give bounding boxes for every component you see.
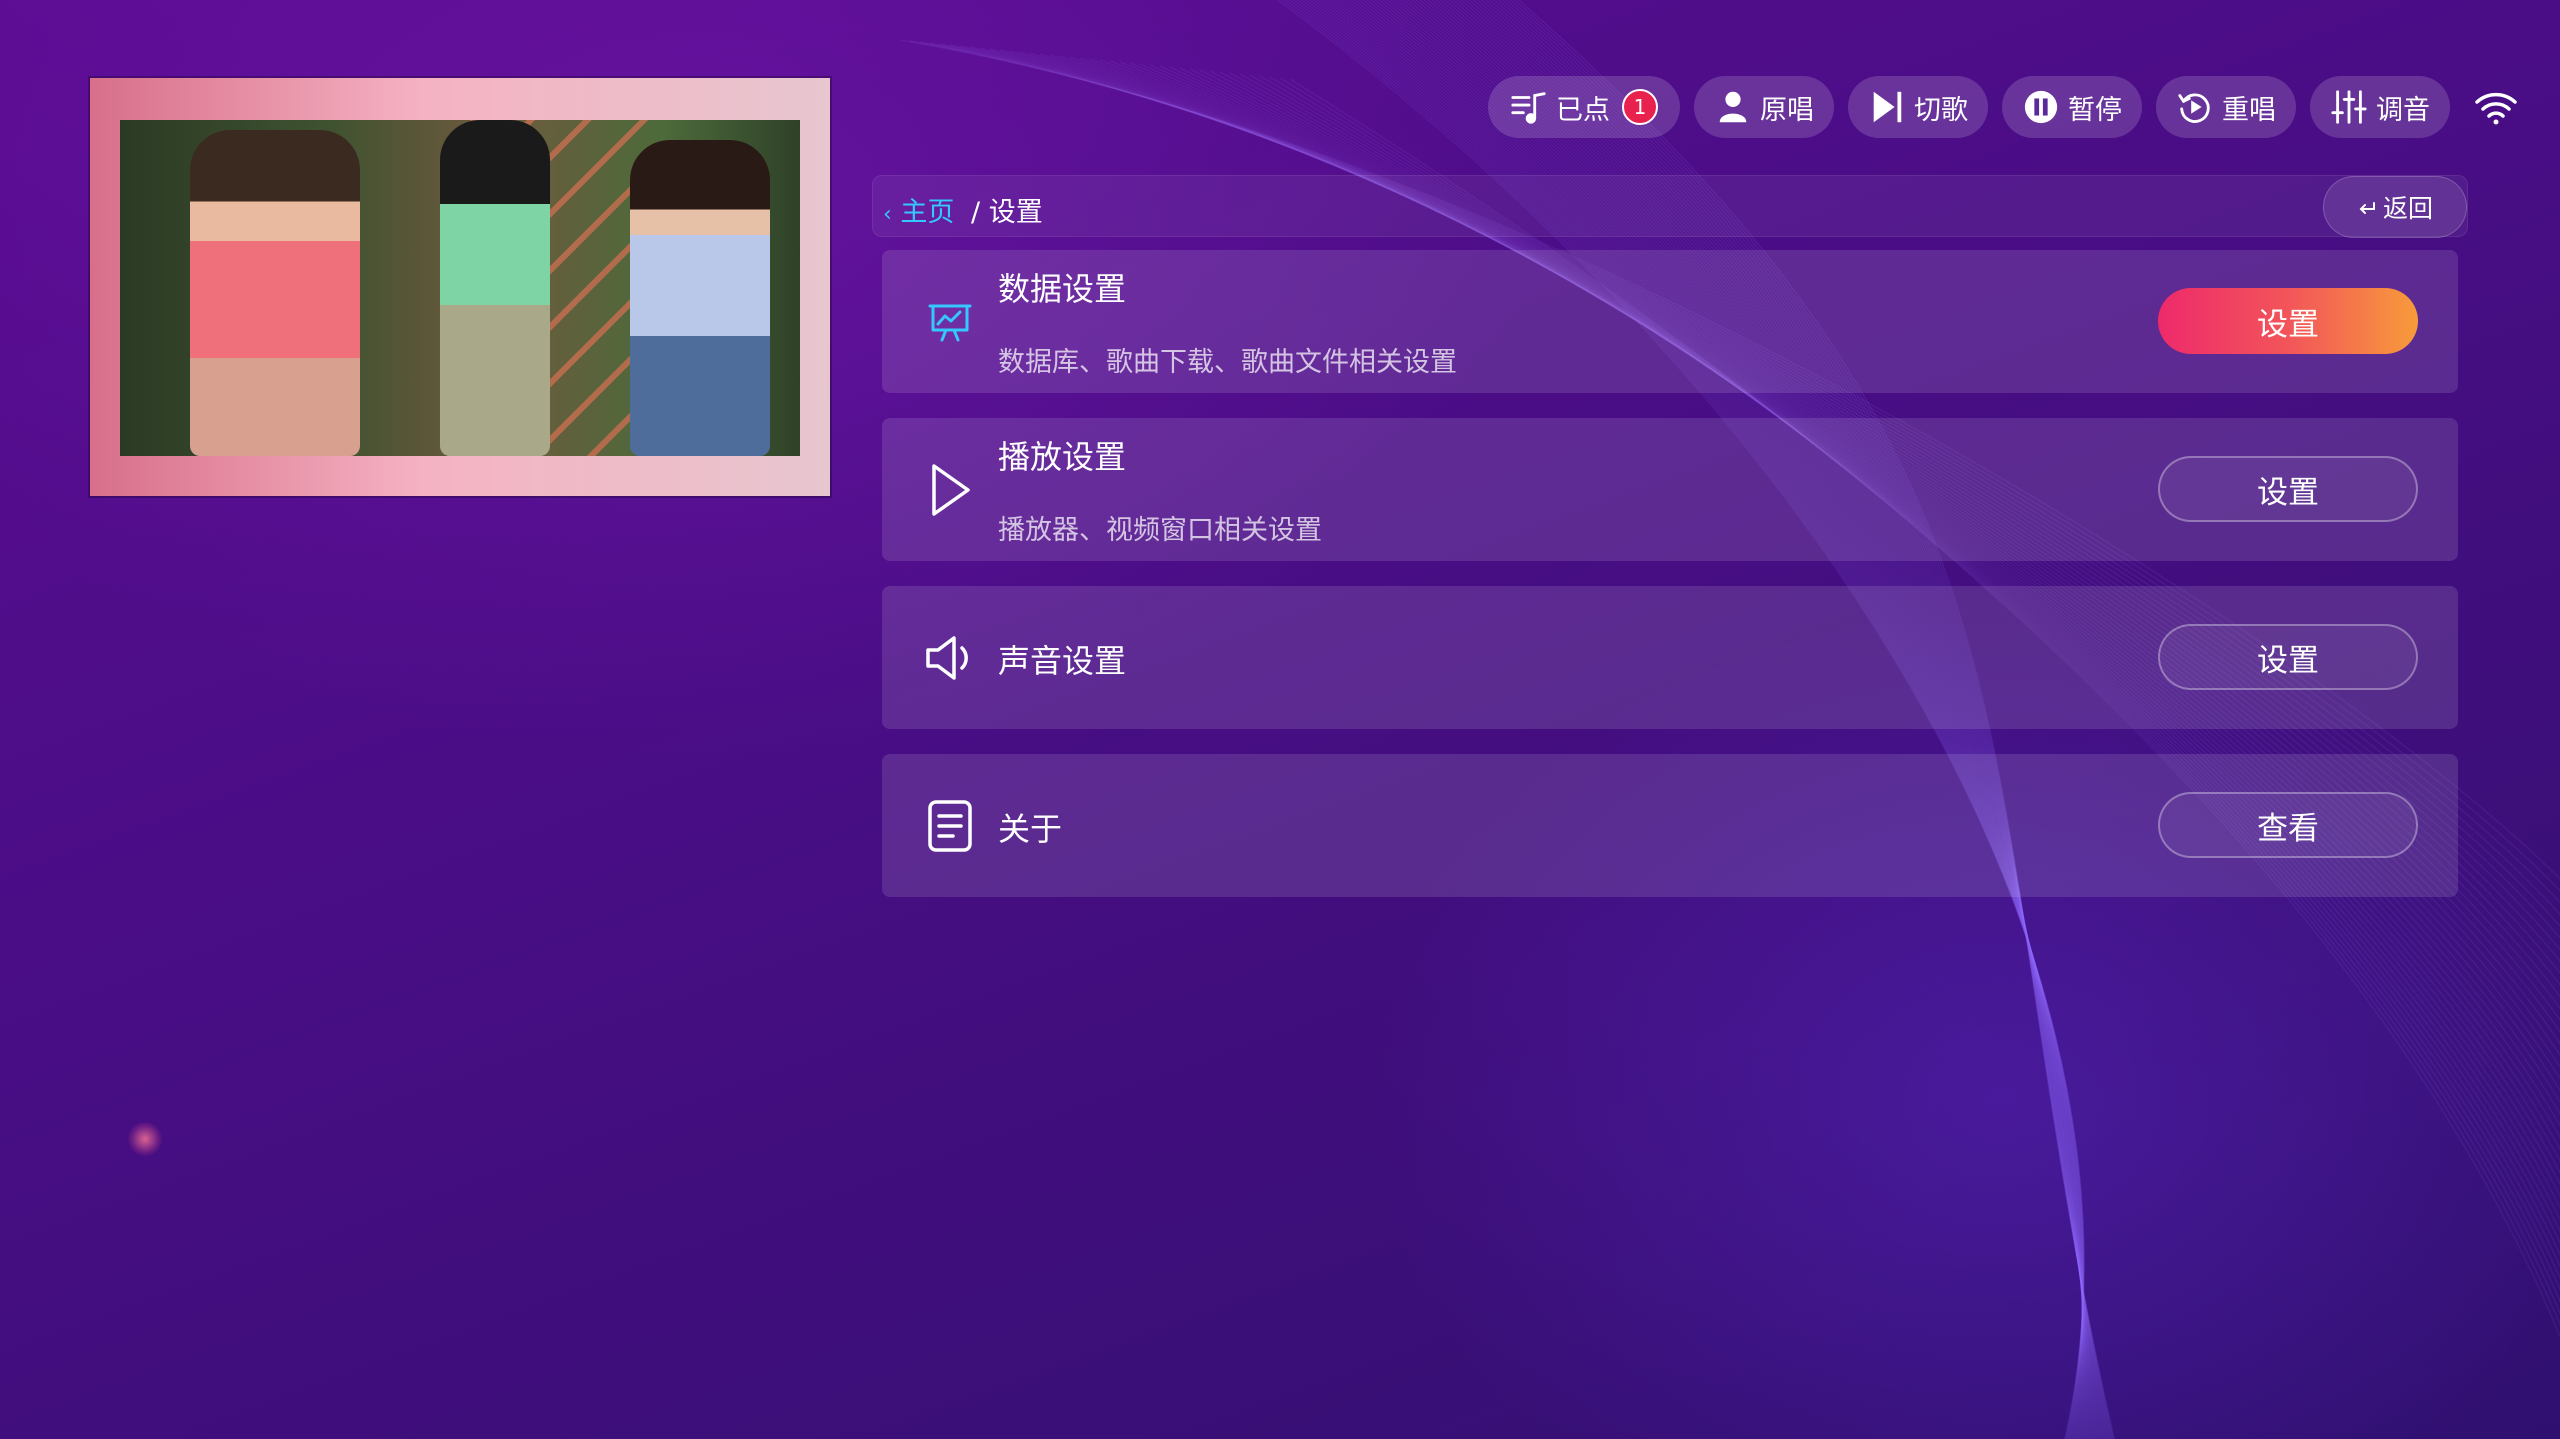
settings-row-playback: 播放设置 播放器、视频窗口相关设置 设置: [882, 418, 2458, 561]
pause-button[interactable]: 暂停: [2002, 76, 2142, 138]
tune-button[interactable]: 调音: [2310, 76, 2450, 138]
queued-count-badge: 1: [1622, 89, 1658, 125]
settings-row-playback-title: 播放设置: [998, 438, 1127, 476]
sound-settings-button[interactable]: 设置: [2158, 624, 2418, 690]
video-frame-image: [120, 120, 800, 456]
top-toolbar: 已点 1 原唱 切歌 暂停 重唱 调音: [0, 76, 2560, 138]
breadcrumb-home-link[interactable]: ‹ 主页: [883, 190, 954, 229]
replay-icon: [2178, 93, 2210, 123]
breadcrumb-home-chevron: ‹: [883, 202, 892, 227]
data-settings-button[interactable]: 设置: [2158, 288, 2418, 354]
pause-icon: [2024, 90, 2058, 124]
settings-row-sound: 声音设置 设置: [882, 586, 2458, 729]
presentation-chart-icon: [928, 304, 972, 342]
background-glow-dot: [128, 1122, 162, 1156]
singer-icon: [1719, 91, 1747, 123]
back-button-label: 返回: [2382, 194, 2433, 223]
settings-row-playback-description: 播放器、视频窗口相关设置: [998, 515, 1322, 546]
replay-label: 重唱: [2222, 94, 2276, 126]
skip-song-label: 切歌: [1914, 94, 1968, 126]
playlist-icon: [1511, 92, 1546, 124]
video-preview[interactable]: [90, 78, 830, 496]
about-view-button[interactable]: 查看: [2158, 792, 2418, 858]
document-icon: [928, 800, 972, 852]
settings-row-data-description: 数据库、歌曲下载、歌曲文件相关设置: [998, 347, 1457, 378]
settings-row-about: 关于 查看: [882, 754, 2458, 897]
queued-songs-button[interactable]: 已点 1: [1488, 76, 1680, 138]
settings-row-about-title: 关于: [998, 810, 1063, 848]
return-arrow-icon: [2359, 202, 2375, 214]
speaker-icon: [926, 636, 968, 680]
back-button[interactable]: 返回: [2323, 176, 2467, 238]
settings-row-data-title: 数据设置: [998, 270, 1127, 308]
breadcrumb-separator: /: [971, 197, 981, 228]
original-vocal-label: 原唱: [1760, 94, 1814, 126]
wifi-icon: [2475, 92, 2517, 125]
play-icon: [932, 464, 970, 516]
breadcrumb-current: / 设置: [971, 190, 1043, 229]
breadcrumb-home-label: 主页: [900, 197, 955, 228]
tune-label: 调音: [2376, 94, 2430, 126]
queued-songs-label: 已点: [1556, 94, 1610, 126]
pause-label: 暂停: [2068, 94, 2122, 126]
replay-button[interactable]: 重唱: [2156, 76, 2296, 138]
skip-icon: [1873, 91, 1902, 123]
skip-song-button[interactable]: 切歌: [1848, 76, 1988, 138]
playback-settings-button[interactable]: 设置: [2158, 456, 2418, 522]
page-title: 设置: [988, 197, 1043, 228]
settings-row-data: 数据设置 数据库、歌曲下载、歌曲文件相关设置 设置: [882, 250, 2458, 393]
original-vocal-button[interactable]: 原唱: [1694, 76, 1834, 138]
equalizer-icon: [2331, 90, 2367, 124]
breadcrumb: ‹ 主页 / 设置 返回: [872, 175, 2468, 238]
settings-row-sound-title: 声音设置: [998, 642, 1127, 680]
